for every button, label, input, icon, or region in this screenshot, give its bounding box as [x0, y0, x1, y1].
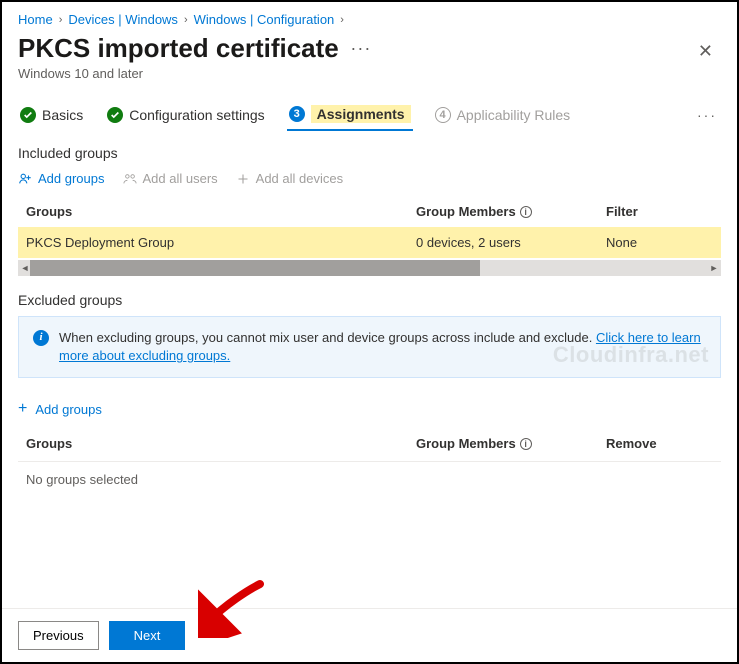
scrollbar-thumb[interactable] [30, 260, 480, 276]
add-all-users-button[interactable]: Add all users [123, 171, 218, 186]
column-header-groups: Groups [26, 436, 416, 451]
breadcrumb: Home › Devices | Windows › Windows | Con… [18, 10, 721, 33]
tab-configuration-settings[interactable]: Configuration settings [105, 101, 266, 129]
plus-icon: + [18, 400, 27, 418]
tab-label: Applicability Rules [457, 107, 571, 123]
included-groups-table: Groups Group Members i Filter PKCS Deploy… [18, 200, 721, 276]
plus-icon [236, 172, 250, 186]
group-name-cell: PKCS Deployment Group [26, 235, 416, 250]
info-icon: i [33, 330, 49, 346]
button-label: Add groups [38, 171, 105, 186]
more-options-button[interactable]: ··· [350, 38, 371, 58]
users-icon [123, 172, 137, 186]
close-button[interactable]: ✕ [690, 33, 721, 70]
tabs-more-button[interactable]: ··· [697, 107, 721, 123]
breadcrumb-windows-config[interactable]: Windows | Configuration [194, 12, 335, 27]
column-header-members: Group Members [416, 436, 516, 451]
chevron-right-icon: › [184, 14, 188, 26]
check-circle-icon [20, 107, 36, 123]
add-excluded-groups-button[interactable]: + Add groups [18, 400, 721, 418]
table-row[interactable]: PKCS Deployment Group 0 devices, 2 users… [18, 227, 721, 258]
step-number-badge: 3 [289, 106, 305, 122]
tab-label: Basics [42, 107, 83, 123]
chevron-right-icon: › [59, 14, 63, 26]
group-filter-cell: None [606, 235, 713, 250]
column-header-filter: Filter [606, 204, 713, 219]
tab-label: Assignments [311, 105, 411, 123]
group-members-cell: 0 devices, 2 users [416, 235, 606, 250]
info-icon[interactable]: i [520, 206, 532, 218]
wizard-tabs: Basics Configuration settings 3 Assignme… [18, 99, 721, 131]
excluded-groups-heading: Excluded groups [18, 292, 721, 308]
scroll-right-icon[interactable]: ► [707, 260, 721, 276]
button-label: Add all users [143, 171, 218, 186]
step-number-badge: 4 [435, 107, 451, 123]
tab-label: Configuration settings [129, 107, 264, 123]
add-all-devices-button[interactable]: Add all devices [236, 171, 343, 186]
no-groups-text: No groups selected [18, 462, 721, 497]
next-button[interactable]: Next [109, 621, 186, 650]
tab-basics[interactable]: Basics [18, 101, 85, 129]
add-groups-button[interactable]: Add groups [18, 171, 105, 186]
chevron-right-icon: › [340, 14, 344, 26]
column-header-remove: Remove [606, 436, 713, 451]
info-text: When excluding groups, you cannot mix us… [59, 330, 596, 345]
previous-button[interactable]: Previous [18, 621, 99, 650]
included-toolbar: Add groups Add all users Add all devices [18, 171, 721, 186]
column-header-groups: Groups [26, 204, 416, 219]
add-user-icon [18, 172, 32, 186]
info-banner: i When excluding groups, you cannot mix … [18, 316, 721, 378]
horizontal-scrollbar[interactable]: ◄ ► [18, 260, 721, 276]
page-subtitle: Windows 10 and later [18, 66, 371, 81]
breadcrumb-devices[interactable]: Devices | Windows [68, 12, 178, 27]
included-groups-heading: Included groups [18, 145, 721, 161]
column-header-members: Group Members [416, 204, 516, 219]
button-label: Add groups [35, 402, 102, 417]
tab-assignments[interactable]: 3 Assignments [287, 99, 413, 131]
info-icon[interactable]: i [520, 438, 532, 450]
wizard-footer: Previous Next [2, 608, 737, 662]
breadcrumb-home[interactable]: Home [18, 12, 53, 27]
tab-applicability-rules[interactable]: 4 Applicability Rules [433, 101, 573, 129]
page-title: PKCS imported certificate [18, 33, 339, 63]
button-label: Add all devices [256, 171, 343, 186]
check-circle-icon [107, 107, 123, 123]
